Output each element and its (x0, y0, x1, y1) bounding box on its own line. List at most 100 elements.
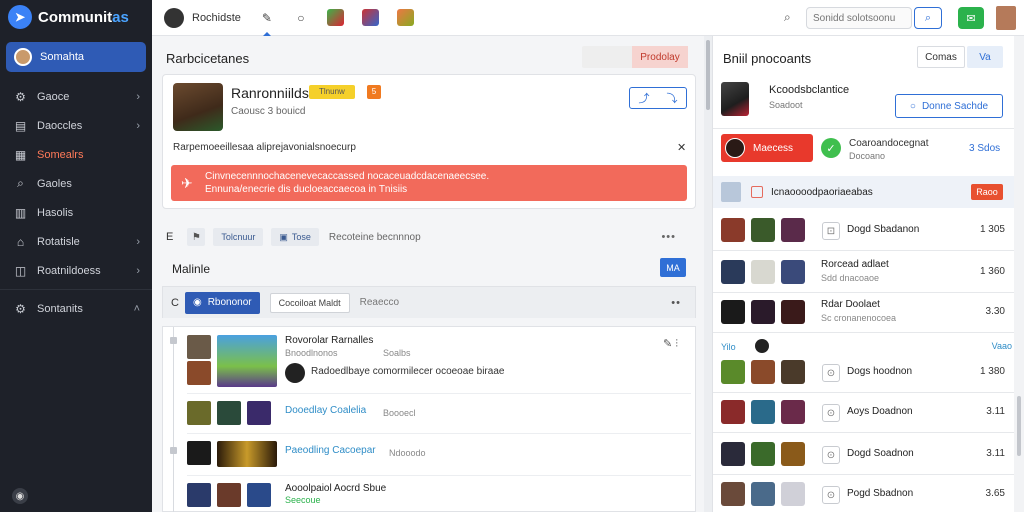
game-banner (217, 441, 277, 467)
item-value: 3.11 (986, 448, 1005, 459)
sidebar-item-roatnildoess[interactable]: ◫ Roatnildoess › (0, 256, 152, 285)
scrollbar-thumb[interactable] (706, 40, 710, 110)
thumbnail (751, 260, 775, 284)
list-item[interactable]: ⊙ Pogd Sbadnon 3.65 (713, 474, 1015, 512)
item-name: Pogd Sbadnon (847, 488, 914, 499)
filter-icon[interactable]: ⚑ (187, 228, 206, 246)
scrollbar[interactable] (704, 36, 712, 512)
filter-pill[interactable]: ▣ Tose (271, 228, 319, 246)
sidebar-item-somealrs[interactable]: ▦ Somealrs (0, 140, 152, 169)
bars-icon: ▥ (14, 205, 27, 220)
more-icon[interactable]: •• (671, 297, 681, 309)
thumbnail (751, 442, 775, 466)
row-subtitle: Seecoue (285, 495, 321, 505)
list-item[interactable]: Rdar Doolaet Sc cronanenocoea 3.30 (713, 292, 1015, 332)
scrollbar[interactable] (1014, 36, 1024, 512)
profile-actions[interactable]: ⤴ ⤵ (629, 87, 687, 109)
stat-value[interactable]: 3 Sdos (969, 143, 1000, 154)
sort-select[interactable]: Comas (917, 46, 965, 68)
chevron-right-icon: › (136, 264, 140, 277)
divider (0, 289, 152, 290)
chevron-up-icon: ˄ (133, 302, 140, 315)
user-name: Kcoodsbclantice (769, 84, 850, 96)
row-subtitle: Boooecl (383, 408, 416, 418)
list-item[interactable]: ⊙ Dogs hoodnon 1 380 (713, 352, 1015, 392)
edit-icon[interactable]: ✎ ⫶ (663, 337, 678, 351)
highlight-button[interactable]: Maecess (721, 134, 813, 162)
sidebar-item-rotatisle[interactable]: ⌂ Rotatisle › (0, 227, 152, 256)
sidebar-item-hasolis[interactable]: ▥ Hasolis (0, 198, 152, 227)
notification-button[interactable]: ✉ (958, 7, 984, 29)
list-item[interactable]: Aooolpaiol Aocrd Sbue Seecoue (187, 481, 691, 511)
sidebar-active-item[interactable]: Somahta (6, 42, 146, 72)
edit-icon[interactable]: ✎ (259, 10, 275, 36)
list-item[interactable]: ⊙ Dogd Soadnon 3.11 (713, 434, 1015, 474)
divider (713, 250, 1015, 251)
promo-button[interactable]: Raoo (971, 184, 1003, 200)
section-title: Malinle (172, 262, 211, 276)
filter-pill-label: Tose (291, 232, 311, 242)
thumbnail (247, 401, 271, 425)
chevron-right-icon: › (136, 119, 140, 132)
list-item[interactable]: ⊙ Aoys Doadnon 3.11 (713, 392, 1015, 432)
thumbnail (721, 400, 745, 424)
close-icon[interactable]: ✕ (677, 141, 686, 154)
brand[interactable]: ➤ Communitas (0, 0, 152, 34)
row-subtitle: Bnoodlnonos (285, 348, 338, 358)
activity-list: Rovorolar Rarnalles Bnoodlnonos Soalbs R… (162, 326, 696, 512)
follow-button[interactable]: ○ Donne Sachde (895, 94, 1003, 118)
sidebar-active-label: Somahta (40, 51, 85, 63)
item-name: Dogd Sbadanon (847, 224, 920, 235)
tab-secondary[interactable]: Cocoiloat Maldt (269, 292, 350, 313)
search-input[interactable] (806, 7, 912, 29)
list-item[interactable]: Dooedlay Coalelia Boooecl (187, 399, 691, 429)
section-button[interactable]: MA (660, 258, 686, 277)
scrollbar-thumb[interactable] (1017, 396, 1021, 456)
alert-line: Cinvnecennnochacenevecaccassed nocaceuad… (205, 171, 490, 182)
list-item[interactable]: Paeodling Cacoepar Ndooodo (187, 439, 691, 469)
title-action-label[interactable]: Prodolay (632, 46, 688, 68)
filter-pill[interactable]: Tolcnuur (213, 228, 264, 246)
user-avatar[interactable] (996, 6, 1016, 30)
group-action[interactable]: Vaao (992, 341, 1012, 351)
thumbnail (781, 360, 805, 384)
promo-band: Icnaoooodpaoriaeabas Raoo (713, 176, 1015, 208)
view-select[interactable]: Va (967, 46, 1003, 68)
avatar[interactable] (164, 7, 184, 28)
page-title: Rarbcicetanes (166, 51, 250, 66)
search-button[interactable]: ⌕ (914, 7, 942, 29)
profile-subtitle: Caousc 3 bouicd (231, 106, 306, 117)
help-icon[interactable]: ◉ (12, 488, 28, 504)
profile-name: Ranronniilds (231, 85, 309, 101)
sidebar-item-gaoles[interactable]: ⌕ Gaoles (0, 169, 152, 198)
sidebar-item-sontanits[interactable]: ⚙ Sontanits ˄ (0, 294, 152, 323)
sidebar-item-daoccles[interactable]: ▤ Daoccles › (0, 111, 152, 140)
sidebar-item-label: Sontanits (37, 302, 83, 315)
game-icon[interactable] (326, 9, 344, 26)
thumbnail (781, 300, 805, 324)
thumbnail (781, 218, 805, 242)
share-icon[interactable]: ⤴ (639, 90, 650, 106)
circle-icon[interactable]: ○ (293, 10, 309, 26)
tag-icon: ⌕ (17, 176, 24, 190)
game-icon[interactable] (396, 9, 414, 26)
list-item[interactable]: Rorcead adlaet Sdd dnacoaoe 1 360 (713, 252, 1015, 292)
stat-title: Coaroandocegnat (849, 138, 929, 149)
topbar: Rochidste ✎ ○ ⌕ ⌕ ✉ (152, 0, 1024, 36)
list-item[interactable]: Rovorolar Rarnalles Bnoodlnonos Soalbs R… (187, 333, 691, 391)
follow-icon[interactable]: ⤵ (667, 90, 678, 106)
thumbnail (217, 401, 241, 425)
tab-active[interactable]: ◉ Rbononor (184, 291, 260, 314)
sidebar-item-label: Hasolis (37, 206, 74, 219)
thumbnail (721, 300, 745, 324)
sidebar-item-gaoce[interactable]: ⚙ Gaoce › (0, 82, 152, 111)
follow-label: Donne Sachde (921, 100, 989, 112)
item-icon: ⊡ (822, 222, 840, 240)
more-icon[interactable]: ••• (661, 231, 676, 243)
divider (713, 432, 1015, 433)
sidebar-item-label: Rotatisle (37, 235, 80, 248)
search-icon[interactable]: ⌕ (784, 10, 791, 25)
title-action[interactable]: Prodolay (582, 46, 688, 68)
list-item[interactable]: ⊡ Dogd Sbadanon 1 305 (713, 210, 1015, 250)
game-icon[interactable] (361, 9, 379, 26)
